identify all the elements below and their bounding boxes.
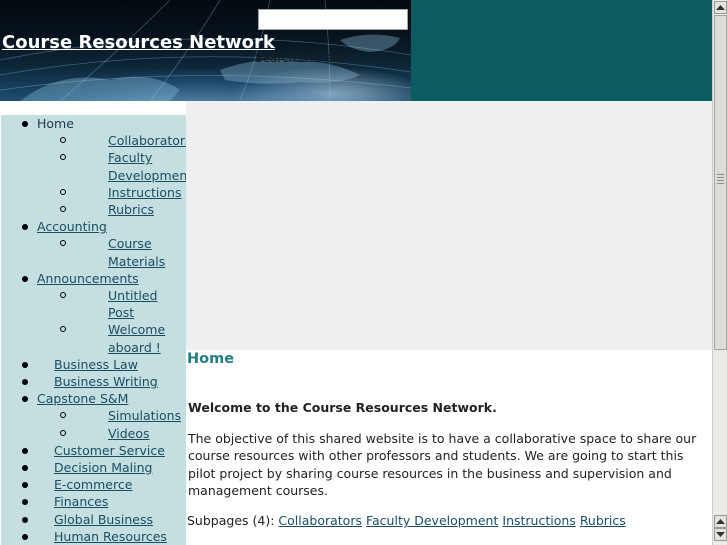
sidebar-link-home: Home: [37, 116, 74, 131]
sidebar-subitem-rubrics: Rubrics: [1, 201, 186, 218]
sidebar-link-global-business[interactable]: Global Business: [1, 511, 186, 528]
sidebar-subitem-welcome-aboard: Welcome aboard !: [1, 321, 186, 355]
search-input[interactable]: [258, 9, 408, 30]
grip-icon: [717, 174, 724, 186]
sidebar-subitem-untitled-post: Untitled Post: [1, 287, 186, 321]
bullet-icon: [22, 379, 28, 386]
subpage-link-rubrics[interactable]: Rubrics: [580, 513, 626, 528]
sidebar-item-accounting: Accounting Course Materials: [1, 218, 186, 270]
arrow-down-icon: [716, 532, 725, 537]
circle-bullet-icon: [60, 188, 66, 195]
sidebar-sublink-welcome-aboard[interactable]: Welcome aboard !: [1, 321, 186, 355]
sidebar-sublist: Course Materials: [1, 235, 186, 269]
sidebar-subitem-collaborators: Collaborators: [1, 132, 186, 149]
site-header: Course Resources Network Search this sit…: [0, 0, 712, 101]
sidebar-item-capstone-s-m: Capstone S&M Simulations Videos: [1, 390, 186, 442]
sidebar-subitem-course-materials: Course Materials: [1, 235, 186, 269]
sidebar-link-business-law[interactable]: Business Law: [1, 356, 186, 373]
search-label: Search this site: [255, 51, 348, 65]
sidebar-item-human-resources: Human Resources: [1, 528, 186, 545]
subpage-link-instructions[interactable]: Instructions: [502, 513, 575, 528]
sidebar-item-business-writing: Business Writing: [1, 373, 186, 390]
sidebar-link-capstone-s-m[interactable]: Capstone S&M: [1, 390, 186, 407]
sidebar-sublist: Collaborators Faculty Development Instruct…: [1, 132, 186, 218]
main-content: Home Welcome to the Course Resources Net…: [186, 350, 712, 545]
sidebar-link-decision-maling[interactable]: Decision Maling: [1, 459, 186, 476]
vertical-scrollbar[interactable]: [712, 0, 727, 545]
sidebar-item-customer-service: Customer Service: [1, 442, 186, 459]
sidebar-subitem-faculty-development: Faculty Development: [1, 149, 186, 183]
sidebar-link-customer-service[interactable]: Customer Service: [1, 442, 186, 459]
circle-bullet-icon: [60, 292, 66, 299]
bullet-icon: [22, 447, 28, 454]
sidebar-sublink-course-materials[interactable]: Course Materials: [1, 235, 186, 269]
sidebar-sublink-faculty-development[interactable]: Faculty Development: [1, 149, 186, 183]
circle-bullet-icon: [60, 206, 66, 213]
sidebar-item-business-law: Business Law: [1, 356, 186, 373]
bullet-icon: [22, 275, 28, 282]
sidebar-link-human-resources[interactable]: Human Resources: [1, 528, 186, 545]
sidebar-sublink-videos[interactable]: Videos: [1, 425, 186, 442]
scrollbar-thumb[interactable]: [714, 15, 727, 350]
scroll-down-button[interactable]: [714, 528, 727, 541]
main-top-area: [186, 101, 712, 350]
page-title: Home: [187, 351, 235, 367]
arrow-up-icon: [716, 5, 725, 10]
sidebar-sublist: Simulations Videos: [1, 407, 186, 441]
circle-bullet-icon: [60, 429, 66, 436]
bullet-icon: [22, 533, 28, 540]
bullet-icon: [22, 361, 28, 368]
nav-list: Home Collaborators Faculty Development Inst…: [1, 115, 186, 545]
subpage-link-collaborators[interactable]: Collaborators: [278, 513, 362, 528]
sidebar-link-finances[interactable]: Finances: [1, 493, 186, 510]
arrow-up-icon: [716, 519, 725, 524]
sidebar-sublink-collaborators[interactable]: Collaborators: [1, 132, 186, 149]
subpages-section: Subpages (4): Collaborators Faculty Devel…: [187, 513, 630, 528]
sidebar-subitem-instructions: Instructions: [1, 184, 186, 201]
intro-paragraph: The objective of this shared website is …: [188, 431, 697, 498]
sidebar-subitem-simulations: Simulations: [1, 407, 186, 424]
sidebar-sublink-instructions[interactable]: Instructions: [1, 184, 186, 201]
bullet-icon: [22, 121, 28, 127]
site-title-link[interactable]: Course Resources Network: [2, 32, 275, 53]
sidebar-nav: Home Collaborators Faculty Development Inst…: [1, 115, 186, 545]
sidebar-sublink-simulations[interactable]: Simulations: [1, 407, 186, 424]
sidebar-sublink-rubrics[interactable]: Rubrics: [1, 201, 186, 218]
sidebar-item-announcements: Announcements Untitled Post Welcome aboard…: [1, 270, 186, 356]
sidebar-item-home: Home Collaborators Faculty Development Inst…: [1, 115, 186, 218]
sidebar-sublist: Untitled Post Welcome aboard !: [1, 287, 186, 356]
sidebar-sublink-untitled-post[interactable]: Untitled Post: [1, 287, 186, 321]
bullet-icon: [22, 516, 28, 523]
sidebar-link-announcements[interactable]: Announcements: [1, 270, 186, 287]
sidebar-link-business-writing[interactable]: Business Writing: [1, 373, 186, 390]
welcome-heading: Welcome to the Course Resources Network.: [188, 400, 497, 415]
scroll-up-button[interactable]: [714, 1, 727, 14]
scroll-up-button-bottom[interactable]: [714, 515, 727, 528]
subpages-label: Subpages (4):: [187, 513, 275, 528]
sidebar-subitem-videos: Videos: [1, 425, 186, 442]
sidebar-item-global-business: Global Business: [1, 511, 186, 528]
sidebar-item-e-commerce: E-commerce: [1, 476, 186, 493]
sidebar-link-e-commerce[interactable]: E-commerce: [1, 476, 186, 493]
sidebar-item-decision-maling: Decision Maling: [1, 459, 186, 476]
sidebar-item-finances: Finances: [1, 493, 186, 510]
subpage-link-faculty-development[interactable]: Faculty Development: [366, 513, 498, 528]
sidebar-link-accounting[interactable]: Accounting: [1, 218, 186, 235]
